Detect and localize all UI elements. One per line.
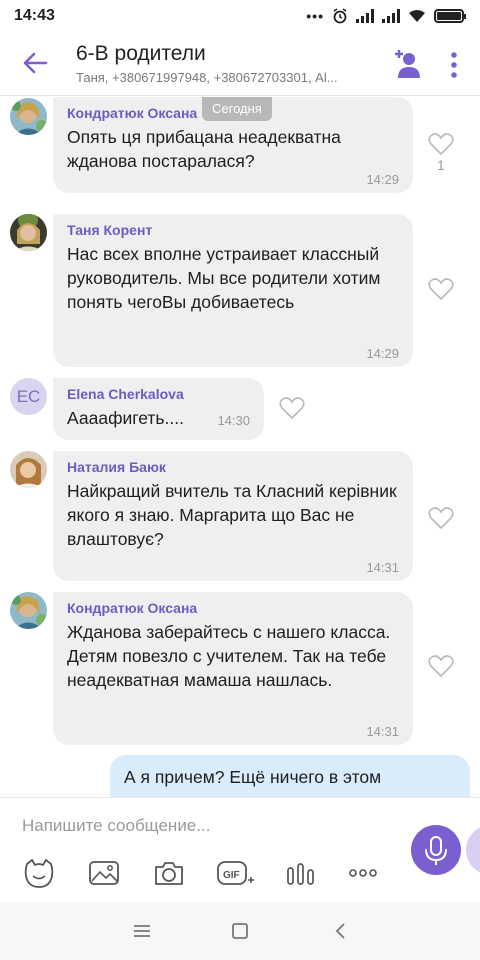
chat-header: 6-В родители Таня, +380671997948, +38067… (0, 32, 480, 96)
signal-1-icon (356, 9, 374, 23)
sender-name[interactable]: Кондратюк Оксана (67, 600, 397, 616)
more-icon[interactable] (346, 856, 380, 890)
more-options-icon[interactable] (446, 50, 462, 80)
avatar[interactable] (10, 592, 47, 629)
avatar[interactable] (10, 451, 47, 488)
avatar[interactable] (10, 98, 47, 135)
sticker-icon[interactable] (22, 856, 56, 890)
message-time: 14:29 (366, 346, 399, 361)
message-time: 14:31 (366, 560, 399, 575)
message-text: Нас всех вполне устраивает классный руко… (67, 244, 381, 312)
like-heart-icon[interactable] (279, 396, 305, 420)
add-participant-icon[interactable] (392, 46, 422, 80)
status-time: 14:43 (14, 7, 55, 24)
system-nav-bar (0, 902, 480, 960)
composer-toolbar: GIF (0, 850, 400, 894)
wifi-icon (409, 10, 425, 22)
message-input[interactable]: Напишите сообщение... (22, 816, 210, 836)
avatar-initials: EC (16, 386, 41, 406)
message-time: 14:29 (366, 172, 399, 187)
avatar[interactable]: EC (10, 378, 47, 415)
avatar[interactable] (10, 214, 47, 251)
date-separator: Сегодня (202, 97, 272, 121)
poll-icon[interactable] (284, 856, 318, 890)
message-list[interactable]: Кондратюк Оксана Опять ця прибацана неад… (0, 97, 480, 797)
message-text: А я причем? Ещё ничего в этом (124, 767, 382, 787)
alarm-icon (333, 8, 347, 24)
battery-icon (434, 9, 466, 23)
message-time: 14:30 (217, 413, 250, 428)
menu-icon[interactable] (131, 920, 153, 942)
notification-dots-icon: ••• (306, 8, 324, 24)
secondary-action-button[interactable] (466, 825, 480, 875)
sender-name[interactable]: Наталия Баюк (67, 459, 397, 475)
message-bubble[interactable]: Кондратюк Оксана Жданова заберайтесь с н… (53, 592, 413, 745)
gallery-icon[interactable] (87, 856, 121, 890)
message-bubble[interactable]: Elena Cherkalova Аааафигеть.... 14:30 (53, 378, 264, 440)
chat-members[interactable]: Таня, +380671997948, +380672703301, Al..… (76, 70, 376, 85)
back-icon[interactable] (330, 920, 352, 942)
sender-name[interactable]: Elena Cherkalova (67, 386, 248, 402)
outgoing-message-bubble[interactable]: А я причем? Ещё ничего в этом (110, 755, 470, 797)
chat-title[interactable]: 6-В родители (76, 42, 206, 66)
message-bubble[interactable]: Таня Корент Нас всех вполне устраивает к… (53, 214, 413, 367)
message-bubble[interactable]: Наталия Баюк Найкращий вчитель та Класни… (53, 451, 413, 581)
like-heart-icon[interactable] (428, 132, 454, 156)
voice-message-button[interactable] (411, 825, 461, 875)
message-text: Найкращий вчитель та Класний керівник як… (67, 481, 397, 549)
back-arrow-icon[interactable] (20, 48, 50, 78)
message-time: 14:31 (366, 724, 399, 739)
like-heart-icon[interactable] (428, 654, 454, 678)
like-count: 1 (437, 157, 445, 173)
svg-text:GIF: GIF (223, 870, 240, 881)
status-bar: 14:43 ••• (0, 0, 480, 32)
like-heart-icon[interactable] (428, 277, 454, 301)
like-heart-icon[interactable] (428, 506, 454, 530)
screen: 14:43 ••• 6-В родители Таня, +3806719979… (0, 0, 480, 960)
status-icons: ••• (306, 8, 466, 24)
message-text: Жданова заберайтесь с нашего класса. Дет… (67, 622, 391, 690)
composer: Напишите сообщение... GIF (0, 797, 480, 902)
camera-icon[interactable] (152, 856, 186, 890)
sender-name[interactable]: Таня Корент (67, 222, 397, 238)
microphone-icon (425, 836, 447, 865)
signal-2-icon (382, 9, 400, 23)
message-text: Опять ця прибацана неадекватна жданова п… (67, 127, 341, 171)
home-icon[interactable] (229, 920, 251, 942)
gif-icon[interactable]: GIF (216, 856, 254, 890)
